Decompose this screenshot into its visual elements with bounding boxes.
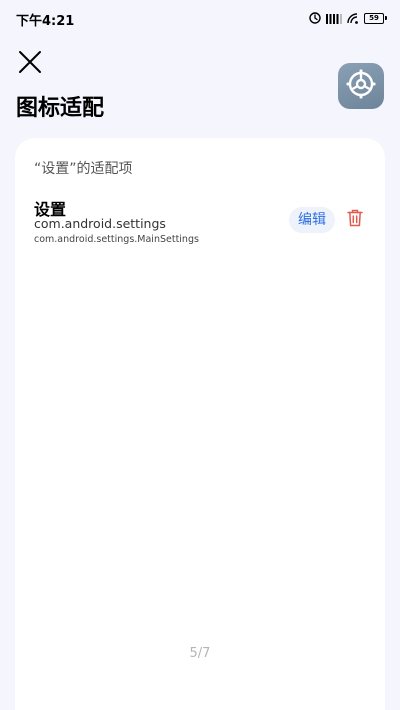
- section-title: “设置”的适配项: [34, 161, 133, 177]
- delete-button[interactable]: [345, 209, 365, 231]
- status-time: 下午4:21: [16, 14, 75, 29]
- item-activity-name: com.android.settings.MainSettings: [34, 234, 199, 245]
- wifi-icon: [347, 12, 359, 24]
- page-title: 图标适配: [16, 96, 105, 121]
- item-package-name: com.android.settings: [34, 216, 166, 231]
- battery-icon: 59: [364, 12, 387, 24]
- status-icons: 59: [309, 10, 387, 26]
- screen: 下午4:21 59 图标适配 “设置”的适配项 设置 com.android.s…: [0, 0, 400, 710]
- close-icon: [18, 50, 42, 78]
- status-bar: 下午4:21 59: [0, 0, 400, 36]
- list-item: 设置 com.android.settings com.android.sett…: [15, 194, 385, 250]
- trash-icon: [347, 209, 363, 231]
- page-indicator: 5/7: [189, 646, 211, 661]
- settings-app-icon: [338, 63, 384, 109]
- alarm-icon: [309, 12, 321, 24]
- settings-gear-icon: [345, 68, 377, 104]
- signal-icon: [326, 13, 342, 24]
- edit-button[interactable]: 编辑: [289, 207, 335, 233]
- adaptation-card: “设置”的适配项 设置 com.android.settings com.and…: [15, 138, 385, 710]
- close-button[interactable]: [14, 48, 46, 80]
